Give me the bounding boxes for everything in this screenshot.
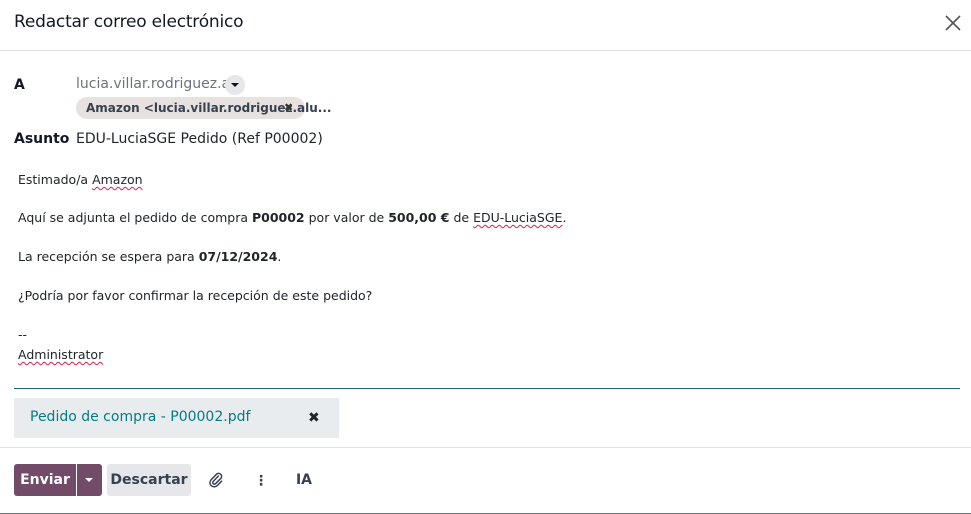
greeting-prefix: Estimado/a bbox=[18, 172, 93, 187]
recipients-label: A bbox=[14, 77, 25, 93]
recipient-tag-label: Amazon <lucia.villar.rodriguez.alu... bbox=[86, 101, 332, 115]
remove-attachment-icon[interactable]: ✖ bbox=[308, 409, 320, 426]
company-name: EDU-LuciaSGE bbox=[473, 210, 563, 225]
discard-button[interactable]: Descartar bbox=[107, 464, 191, 496]
order-line-text-d: . bbox=[562, 210, 567, 225]
paperclip-icon[interactable] bbox=[204, 464, 228, 496]
reception-text-a: La recepción se espera para bbox=[18, 249, 199, 264]
greeting-line: Estimado/a Amazon bbox=[18, 172, 143, 187]
send-button[interactable]: Enviar bbox=[14, 464, 76, 496]
subject-label: Asunto bbox=[14, 131, 70, 147]
recipient-tag: Amazon <lucia.villar.rodriguez.alu... ✖ bbox=[76, 97, 331, 119]
order-amount: 500,00 € bbox=[388, 210, 450, 225]
greeting-name: Amazon bbox=[92, 172, 143, 187]
dialog-title: Redactar correo electrónico bbox=[14, 12, 244, 32]
vertical-ellipsis-icon[interactable]: ⋮ bbox=[250, 464, 272, 496]
recipients-input[interactable]: lucia.villar.rodriguez.alu bbox=[76, 76, 243, 92]
compose-email-dialog: Redactar correo electrónico A lucia.vill… bbox=[0, 0, 971, 514]
attachment-link[interactable]: Pedido de compra - P00002.pdf bbox=[30, 409, 250, 425]
order-line: Aquí se adjunta el pedido de compra P000… bbox=[18, 210, 566, 225]
close-icon[interactable] bbox=[942, 12, 964, 34]
reception-date: 07/12/2024 bbox=[198, 249, 278, 264]
editor-underline bbox=[14, 388, 960, 389]
order-ref: P00002 bbox=[251, 210, 305, 225]
dialog-header: Redactar correo electrónico bbox=[0, 0, 971, 51]
signature-separator: -- bbox=[18, 327, 28, 342]
order-line-text-b: por valor de bbox=[304, 210, 389, 225]
attachment-item: Pedido de compra - P00002.pdf ✖ bbox=[14, 398, 339, 438]
signature-name: Administrator bbox=[18, 347, 103, 362]
reception-line: La recepción se espera para 07/12/2024. bbox=[18, 249, 281, 264]
order-line-text-c: de bbox=[449, 210, 474, 225]
reception-text-b: . bbox=[277, 249, 282, 264]
subject-input[interactable]: EDU-LuciaSGE Pedido (Ref P00002) bbox=[76, 131, 323, 147]
remove-recipient-icon[interactable]: ✖ bbox=[284, 97, 293, 119]
signature-name-text: Administrator bbox=[18, 347, 104, 362]
confirm-line: ¿Podría por favor confirmar la recepción… bbox=[18, 288, 373, 303]
chevron-down-icon[interactable] bbox=[225, 75, 245, 95]
order-line-text-a: Aquí se adjunta el pedido de compra bbox=[18, 210, 252, 225]
footer-divider bbox=[0, 447, 971, 448]
ai-button[interactable]: IA bbox=[292, 464, 316, 496]
send-options-toggle[interactable] bbox=[77, 464, 102, 496]
